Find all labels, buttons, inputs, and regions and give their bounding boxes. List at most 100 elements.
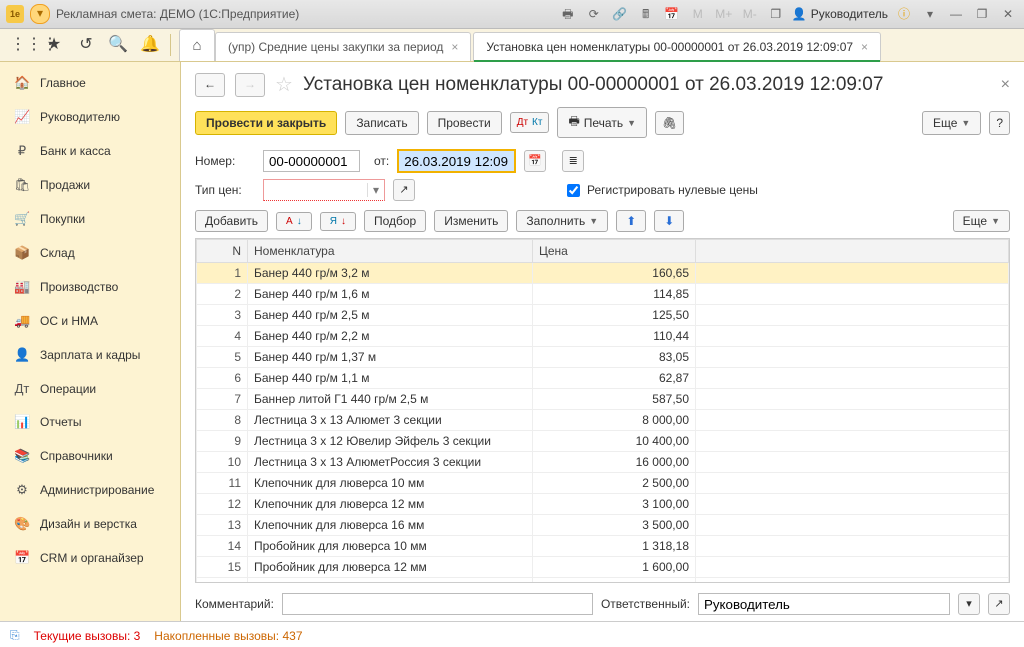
col-price[interactable]: Цена (533, 240, 696, 263)
titlebar-refresh-icon[interactable]: ⟳ (584, 5, 604, 23)
register-zero-input[interactable] (567, 184, 580, 197)
post-and-close-button[interactable]: Провести и закрыть (195, 111, 337, 135)
sidebar-label: Производство (40, 280, 118, 294)
table-row[interactable]: 14Пробойник для люверса 10 мм1 318,18 (197, 536, 1009, 557)
nav-back-button[interactable]: ← (195, 73, 225, 97)
save-button[interactable]: Записать (345, 111, 418, 135)
titlebar-calc-icon[interactable]: 🖩 (636, 5, 656, 23)
table-row[interactable]: 2Банер 440 гр/м 1,6 м114,85 (197, 284, 1009, 305)
comment-input[interactable] (282, 593, 593, 615)
sort-asc-button[interactable]: А↓ (276, 212, 312, 231)
col-nomenclature[interactable]: Номенклатура (248, 240, 533, 263)
tab-active-close-icon[interactable]: × (861, 40, 868, 54)
select-button[interactable]: Подбор (364, 210, 426, 232)
sidebar-item-9[interactable]: ДтОперации (0, 372, 180, 405)
price-type-combo[interactable]: ▾ (263, 179, 385, 201)
table-row[interactable]: 9Лестница 3 х 12 Ювелир Эйфель 3 секции1… (197, 431, 1009, 452)
add-row-button[interactable]: Добавить (195, 210, 268, 232)
sidebar-item-1[interactable]: 📈Руководителю (0, 100, 180, 134)
form-row-type: Тип цен: ▾ ↗ Регистрировать нулевые цены (181, 176, 1024, 204)
sidebar-item-3[interactable]: 🛍Продажи (0, 168, 180, 202)
sidebar-item-2[interactable]: ₽Банк и касса (0, 134, 180, 168)
post-button[interactable]: Провести (427, 111, 502, 135)
window-close-icon[interactable]: ✕ (998, 5, 1018, 23)
move-up-button[interactable]: ⬆ (616, 210, 646, 232)
change-button[interactable]: Изменить (434, 210, 508, 232)
titlebar-calendar-icon[interactable]: 📅 (662, 5, 682, 23)
table-row[interactable]: 8Лестница 3 х 13 Алюмет 3 секции8 000,00 (197, 410, 1009, 431)
tab-active[interactable]: Установка цен номенклатуры 00-00000001 о… (473, 32, 881, 61)
date-input[interactable] (397, 149, 516, 173)
apps-grid-icon[interactable]: ⋮⋮⋮ (10, 33, 34, 57)
table-row[interactable]: 5Банер 440 гр/м 1,37 м83,05 (197, 347, 1009, 368)
cell-n: 12 (197, 494, 248, 515)
sidebar-label: Отчеты (40, 415, 81, 429)
nav-forward-button[interactable]: → (235, 73, 265, 97)
table-more-button[interactable]: Еще▼ (953, 210, 1010, 232)
titlebar-link-icon[interactable]: 🔗 (610, 5, 630, 23)
fill-button[interactable]: Заполнить▼ (516, 210, 608, 232)
sidebar-item-8[interactable]: 👤Зарплата и кадры (0, 338, 180, 372)
print-button[interactable]: 🖶Печать▼ (557, 107, 647, 138)
table-row[interactable]: 4Банер 440 гр/м 2,2 м110,44 (197, 326, 1009, 347)
titlebar-m-icon[interactable]: M (688, 5, 708, 23)
sidebar-item-12[interactable]: ⚙Администрирование (0, 473, 180, 507)
sidebar-item-10[interactable]: 📊Отчеты (0, 405, 180, 439)
sidebar-icon: 📅 (14, 550, 30, 566)
table-row[interactable]: 7Баннер литой Г1 440 гр/м 2,5 м587,50 (197, 389, 1009, 410)
window-minimize-icon[interactable]: — (946, 5, 966, 23)
titlebar-mminus-icon[interactable]: M- (740, 5, 760, 23)
search-icon[interactable]: 🔍 (106, 33, 130, 57)
home-tab[interactable]: ⌂ (179, 29, 215, 61)
window-restore-icon[interactable]: ❐ (972, 5, 992, 23)
tab-prev[interactable]: (упр) Средние цены закупки за период× (215, 32, 471, 61)
favorite-star-icon[interactable]: ☆ (275, 72, 293, 97)
history-icon[interactable]: ↺ (74, 33, 98, 57)
table-row[interactable]: 1Банер 440 гр/м 3,2 м160,65 (197, 263, 1009, 284)
sidebar-item-6[interactable]: 🏭Производство (0, 270, 180, 304)
titlebar-windows-icon[interactable]: ❐ (766, 5, 786, 23)
responsible-input[interactable] (698, 593, 950, 615)
dtkt-button[interactable]: ДтКт (510, 112, 550, 133)
sidebar-item-11[interactable]: 📚Справочники (0, 439, 180, 473)
sidebar-icon: Дт (14, 381, 30, 396)
price-table[interactable]: N Номенклатура Цена 1Банер 440 гр/м 3,2 … (195, 238, 1010, 583)
table-row[interactable]: 10Лестница 3 х 13 АлюметРоссия 3 секции1… (197, 452, 1009, 473)
sidebar-item-14[interactable]: 📅CRM и органайзер (0, 541, 180, 575)
sidebar-item-0[interactable]: 🏠Главное (0, 66, 180, 100)
table-row[interactable]: 3Банер 440 гр/м 2,5 м125,50 (197, 305, 1009, 326)
responsible-open-icon[interactable]: ↗ (988, 593, 1010, 615)
titlebar-dropdown-icon[interactable]: ▾ (920, 5, 940, 23)
titlebar-print-icon[interactable]: 🖶 (558, 5, 578, 23)
current-user[interactable]: 👤Руководитель (792, 7, 888, 21)
calendar-picker-icon[interactable]: 📅 (524, 150, 546, 172)
open-ref-icon[interactable]: ↗ (393, 179, 415, 201)
list-icon[interactable]: ≣ (562, 150, 584, 172)
titlebar-mplus-icon[interactable]: M+ (714, 5, 734, 23)
attach-button[interactable]: 🖇 (655, 111, 684, 135)
sidebar-item-4[interactable]: 🛒Покупки (0, 202, 180, 236)
table-row[interactable]: 13Клепочник для люверса 16 мм3 500,00 (197, 515, 1009, 536)
more-button[interactable]: Еще▼ (922, 111, 981, 135)
sidebar-icon: ₽ (14, 143, 30, 159)
sidebar-item-13[interactable]: 🎨Дизайн и верстка (0, 507, 180, 541)
sidebar-item-5[interactable]: 📦Склад (0, 236, 180, 270)
sidebar-item-7[interactable]: 🚚ОС и НМА (0, 304, 180, 338)
app-menu-dropdown[interactable]: ▾ (30, 4, 50, 24)
responsible-dropdown-icon[interactable]: ▾ (958, 593, 980, 615)
table-row[interactable]: 11Клепочник для люверса 10 мм2 500,00 (197, 473, 1009, 494)
titlebar-info-icon[interactable]: ⓘ (894, 5, 914, 23)
favorites-star-icon[interactable]: ★ (42, 33, 66, 57)
move-down-button[interactable]: ⬇ (654, 210, 684, 232)
register-zero-checkbox[interactable]: Регистрировать нулевые цены (563, 181, 758, 200)
help-button[interactable]: ? (989, 111, 1010, 135)
form-close-icon[interactable]: × (1001, 76, 1010, 94)
bell-icon[interactable]: 🔔 (138, 33, 162, 57)
sort-desc-button[interactable]: Я↓ (320, 212, 356, 231)
table-row[interactable]: 12Клепочник для люверса 12 мм3 100,00 (197, 494, 1009, 515)
tab-prev-close-icon[interactable]: × (451, 40, 458, 54)
number-input[interactable] (263, 150, 360, 172)
col-n[interactable]: N (197, 240, 248, 263)
table-row[interactable]: 6Банер 440 гр/м 1,1 м62,87 (197, 368, 1009, 389)
table-row[interactable]: 15Пробойник для люверса 12 мм1 600,00 (197, 557, 1009, 578)
